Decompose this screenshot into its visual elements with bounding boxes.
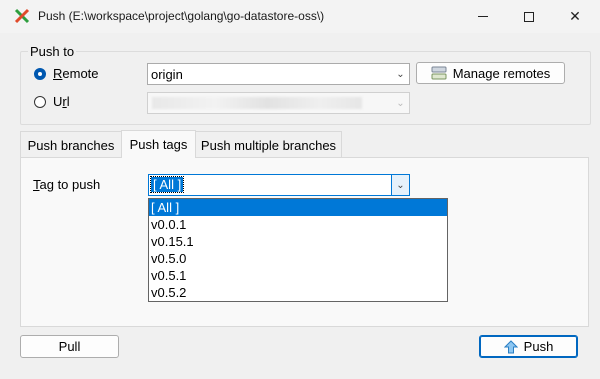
- window-title: Push (E:\workspace\project\golang\go-dat…: [38, 9, 325, 23]
- push-to-label: Push to: [28, 44, 77, 59]
- pull-label: Pull: [58, 339, 81, 354]
- pull-button[interactable]: Pull: [20, 335, 119, 358]
- dropdown-option[interactable]: v0.5.0: [149, 250, 447, 267]
- tag-combobox[interactable]: [ All ] ⌄: [148, 174, 410, 196]
- tag-to-push-label: Tag to push: [33, 177, 101, 192]
- tab-label: Push tags: [129, 137, 188, 152]
- tab-push-tags[interactable]: Push tags: [121, 130, 196, 158]
- chevron-down-icon: ⌄: [396, 97, 405, 109]
- maximize-icon: [524, 11, 534, 22]
- minimize-button[interactable]: [460, 0, 506, 33]
- tab-push-branches[interactable]: Push branches: [20, 131, 122, 158]
- close-icon: ✕: [569, 8, 581, 24]
- push-dialog: Push (E:\workspace\project\golang\go-dat…: [0, 0, 600, 379]
- remote-value: origin: [151, 67, 183, 82]
- tab-push-multiple-branches[interactable]: Push multiple branches: [195, 131, 342, 158]
- remote-label[interactable]: Remote: [53, 66, 99, 81]
- tag-selected-value: [ All ]: [149, 176, 185, 193]
- url-radio[interactable]: [34, 96, 46, 108]
- manage-remotes-button[interactable]: Manage remotes: [416, 62, 565, 84]
- tag-dropdown-list[interactable]: [ All ] v0.0.1 v0.15.1 v0.5.0 v0.5.1 v0.…: [148, 198, 448, 302]
- dropdown-option[interactable]: v0.15.1: [149, 233, 447, 250]
- remote-radio[interactable]: [34, 68, 46, 80]
- dropdown-option[interactable]: v0.0.1: [149, 216, 447, 233]
- title-bar: Push (E:\workspace\project\golang\go-dat…: [0, 0, 600, 33]
- manage-remotes-label: Manage remotes: [452, 65, 551, 81]
- chevron-down-icon[interactable]: ⌄: [392, 64, 409, 84]
- chevron-down-icon[interactable]: ⌄: [391, 175, 409, 195]
- dropdown-option[interactable]: v0.5.2: [149, 284, 447, 301]
- tab-label: Push branches: [27, 137, 115, 153]
- push-button[interactable]: Push: [479, 335, 578, 358]
- close-button[interactable]: ✕: [552, 0, 598, 33]
- url-redacted: [152, 97, 362, 109]
- url-label[interactable]: Url: [53, 94, 70, 109]
- maximize-button[interactable]: [506, 0, 552, 33]
- remote-label-rest: emote: [62, 66, 99, 81]
- minimize-icon: [478, 16, 488, 17]
- dropdown-option[interactable]: [ All ]: [149, 199, 447, 216]
- remotes-icon: [431, 66, 447, 80]
- push-label: Push: [523, 339, 554, 354]
- git-extensions-icon: [14, 8, 30, 24]
- tab-label: Push multiple branches: [200, 137, 337, 153]
- url-combobox: ⌄: [147, 92, 410, 114]
- remote-combobox[interactable]: origin ⌄: [147, 63, 410, 85]
- dropdown-option[interactable]: v0.5.1: [149, 267, 447, 284]
- push-arrow-icon: [503, 339, 518, 353]
